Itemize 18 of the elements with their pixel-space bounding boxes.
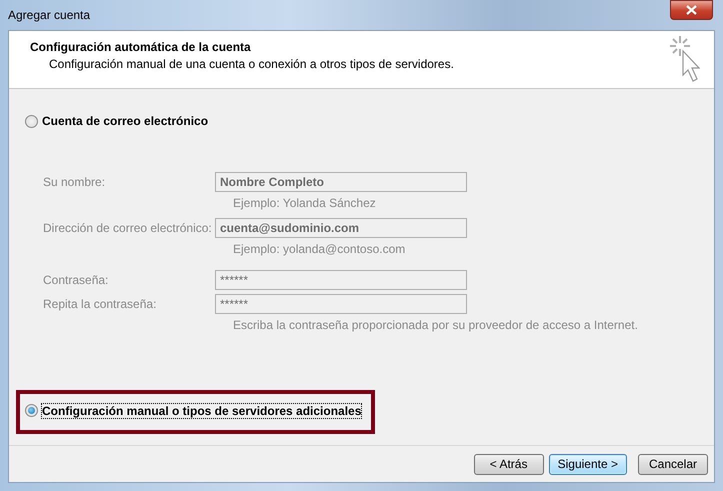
field-label: Contraseña:: [43, 273, 110, 287]
header-title: Configuración automática de la cuenta: [30, 40, 252, 54]
field-label: Su nombre:: [43, 175, 106, 189]
radio-option[interactable]: Configuración manual o tipos de servidores adicionales: [25, 404, 362, 418]
dialog-button[interactable]: < Atrás: [474, 454, 544, 474]
hint-text: Ejemplo: Yolanda Sánchez: [233, 196, 377, 210]
close-icon: [686, 5, 697, 15]
window-title: Agregar cuenta: [8, 8, 90, 22]
close-button[interactable]: [670, 0, 713, 20]
hint-text: Escriba la contraseña proporcionada por su proveedor de acceso a Internet.: [233, 318, 639, 332]
dialog-button[interactable]: Siguiente >: [548, 454, 627, 474]
field-label: Dirección de correo electrónico:: [43, 221, 213, 235]
field-label: Repita la contraseña:: [43, 297, 158, 311]
dialog-button[interactable]: Cancelar: [638, 454, 708, 474]
radio-option[interactable]: Cuenta de correo electrónico: [25, 114, 208, 128]
hint-text: Ejemplo: yolanda@contoso.com: [233, 242, 406, 256]
sparkle-cursor-icon: [670, 35, 700, 83]
header-subtitle: Configuración manual de una cuenta o conexión a otros tipos de servidores.: [48, 57, 454, 71]
